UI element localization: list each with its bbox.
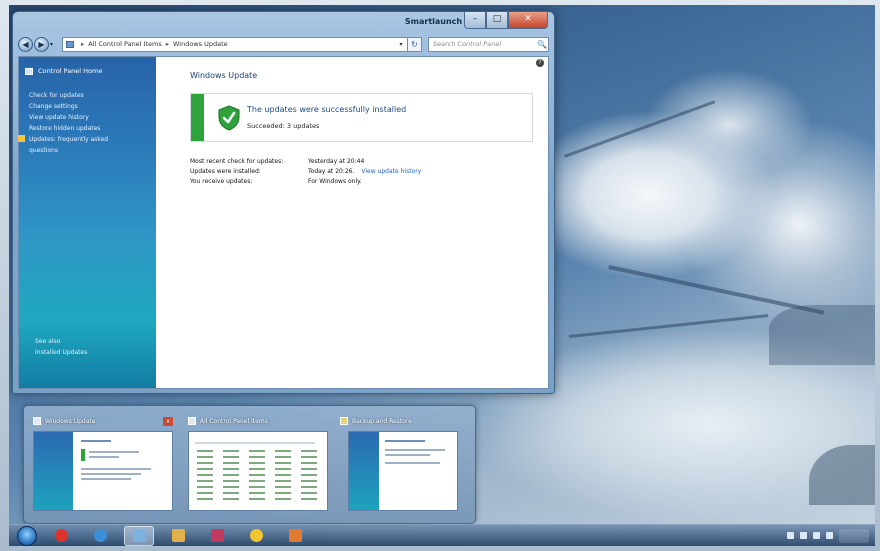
view-update-history-link[interactable]: View update history — [361, 167, 421, 177]
page-title: Windows Update — [190, 71, 258, 80]
power-icon[interactable] — [826, 532, 833, 539]
thumbnail-title: All Control Panel Items — [200, 417, 268, 425]
flag-icon[interactable] — [800, 532, 807, 539]
sidebar-home[interactable]: Control Panel Home — [25, 67, 102, 75]
search-input[interactable]: Search Control Panel 🔍 — [428, 36, 549, 52]
breadcrumb-windows-update[interactable]: Windows Update — [173, 40, 228, 48]
sidebar-item-faq-label: Updates: frequently asked — [29, 136, 109, 143]
control-panel-home-icon — [25, 67, 33, 75]
thumbnail-preview — [348, 431, 458, 511]
close-button[interactable]: ✕ — [508, 12, 548, 29]
taskbar-explorer[interactable] — [163, 526, 193, 546]
start-button[interactable] — [17, 525, 37, 546]
search-placeholder: Search Control Panel — [433, 40, 502, 48]
taskbar-store[interactable] — [202, 526, 232, 546]
see-also-heading: See also — [35, 338, 61, 345]
thumbnail-windows-update[interactable]: Windows Update x — [33, 414, 173, 518]
taskbar-control-panel[interactable] — [124, 525, 154, 546]
clock[interactable] — [839, 528, 869, 543]
breadcrumb-separator: ▸ — [165, 40, 170, 48]
see-also: See also Installed Updates — [35, 336, 87, 358]
status-color-bar — [191, 94, 204, 141]
main-content: ? Windows Update The updates were succes… — [156, 57, 548, 388]
info-row: Updates were installed: Today at 20:26. … — [190, 167, 548, 177]
store-icon — [210, 529, 224, 542]
breadcrumb-all-items[interactable]: All Control Panel Items — [88, 40, 161, 48]
maximize-button[interactable]: □ — [486, 12, 508, 29]
thumbnail-all-control-panel-items[interactable]: All Control Panel Items — [188, 414, 328, 518]
info-value: Yesterday at 20:44 — [308, 158, 365, 165]
title-bar[interactable]: Smartlaunch – □ ✕ — [13, 12, 554, 34]
info-value: Today at 20:26. — [308, 168, 355, 175]
info-value: For Windows only. — [308, 178, 362, 185]
info-key: Updates were installed: — [190, 168, 261, 175]
help-shield-icon — [18, 135, 25, 142]
breadcrumb-separator: ▸ — [81, 40, 85, 48]
info-key: Most recent check for updates: — [190, 158, 284, 165]
back-button[interactable]: ◀ — [18, 36, 33, 52]
thumbnail-preview — [33, 431, 173, 511]
thumbnail-preview — [188, 431, 328, 511]
sidebar-item-restore-hidden[interactable]: Restore hidden updates — [29, 123, 108, 134]
info-key: You receive updates: — [190, 178, 253, 185]
volume-icon[interactable] — [813, 532, 820, 539]
sidebar-item-faq[interactable]: Updates: frequently asked — [18, 134, 109, 145]
chevron-down-icon[interactable]: ▾ — [395, 41, 407, 48]
sidebar-home-label: Control Panel Home — [38, 67, 103, 75]
refresh-button[interactable]: ↻ — [408, 36, 422, 52]
forward-button[interactable]: ▶ — [34, 36, 49, 52]
thumbnail-backup-and-restore[interactable]: Backup and Restore — [340, 414, 468, 518]
status-summary: Succeeded: 3 updates — [247, 122, 320, 130]
control-panel-window[interactable]: Smartlaunch – □ ✕ ◀ ▶ ▾ ▸ All Control Pa… — [12, 11, 555, 394]
chrome-icon — [249, 529, 263, 542]
taskbar-paint[interactable] — [280, 526, 310, 546]
taskbar-thumbnail-previews: Windows Update x All Control Panel Items… — [23, 405, 476, 524]
search-icon[interactable]: 🔍 — [536, 40, 548, 49]
status-heading: The updates were successfully installed — [247, 105, 407, 114]
help-icon[interactable]: ? — [536, 59, 544, 67]
backup-icon — [340, 417, 348, 425]
network-icon[interactable] — [787, 532, 794, 539]
taskbar — [9, 524, 875, 546]
sidebar: Control Panel Home Check for updates Cha… — [18, 57, 156, 388]
system-tray — [787, 528, 875, 543]
thumbnail-close-button[interactable]: x — [163, 416, 173, 426]
navigation-bar: ◀ ▶ ▾ ▸ All Control Panel Items ▸ Window… — [18, 34, 549, 54]
taskbar-chrome[interactable] — [241, 526, 271, 546]
control-panel-icon — [66, 40, 74, 48]
info-row: Most recent check for updates: Yesterday… — [190, 157, 548, 167]
update-info: Most recent check for updates: Yesterday… — [190, 157, 548, 187]
sidebar-item-update-history[interactable]: View update history — [29, 112, 108, 123]
shield-check-icon — [214, 94, 244, 141]
recent-pages-dropdown[interactable]: ▾ — [50, 41, 58, 48]
control-panel-icon — [33, 417, 41, 425]
info-row: You receive updates: For Windows only. — [190, 177, 548, 187]
thumbnail-title: Backup and Restore — [352, 417, 412, 425]
control-panel-icon — [132, 529, 146, 542]
media-player-icon — [54, 529, 68, 542]
window-body: Control Panel Home Check for updates Cha… — [18, 56, 549, 389]
address-bar[interactable]: ▸ All Control Panel Items ▸ Windows Upda… — [62, 36, 408, 52]
desktop: Smartlaunch – □ ✕ ◀ ▶ ▾ ▸ All Control Pa… — [9, 5, 875, 546]
taskbar-internet-explorer[interactable] — [85, 526, 115, 546]
internet-explorer-icon — [93, 529, 107, 542]
control-panel-icon — [188, 417, 196, 425]
sidebar-item-faq-cont[interactable]: questions — [29, 145, 108, 156]
minimize-button[interactable]: – — [464, 12, 486, 29]
paint-icon — [288, 529, 302, 542]
sidebar-links: Check for updates Change settings View u… — [18, 90, 109, 156]
thumbnail-title: Windows Update — [45, 417, 96, 425]
sidebar-item-check-updates[interactable]: Check for updates — [29, 90, 108, 101]
taskbar-media-player[interactable] — [46, 526, 76, 546]
update-status-panel: The updates were successfully installed … — [190, 93, 533, 142]
installed-updates-link[interactable]: Installed Updates — [35, 347, 87, 358]
sidebar-item-change-settings[interactable]: Change settings — [29, 101, 108, 112]
explorer-icon — [171, 529, 185, 542]
